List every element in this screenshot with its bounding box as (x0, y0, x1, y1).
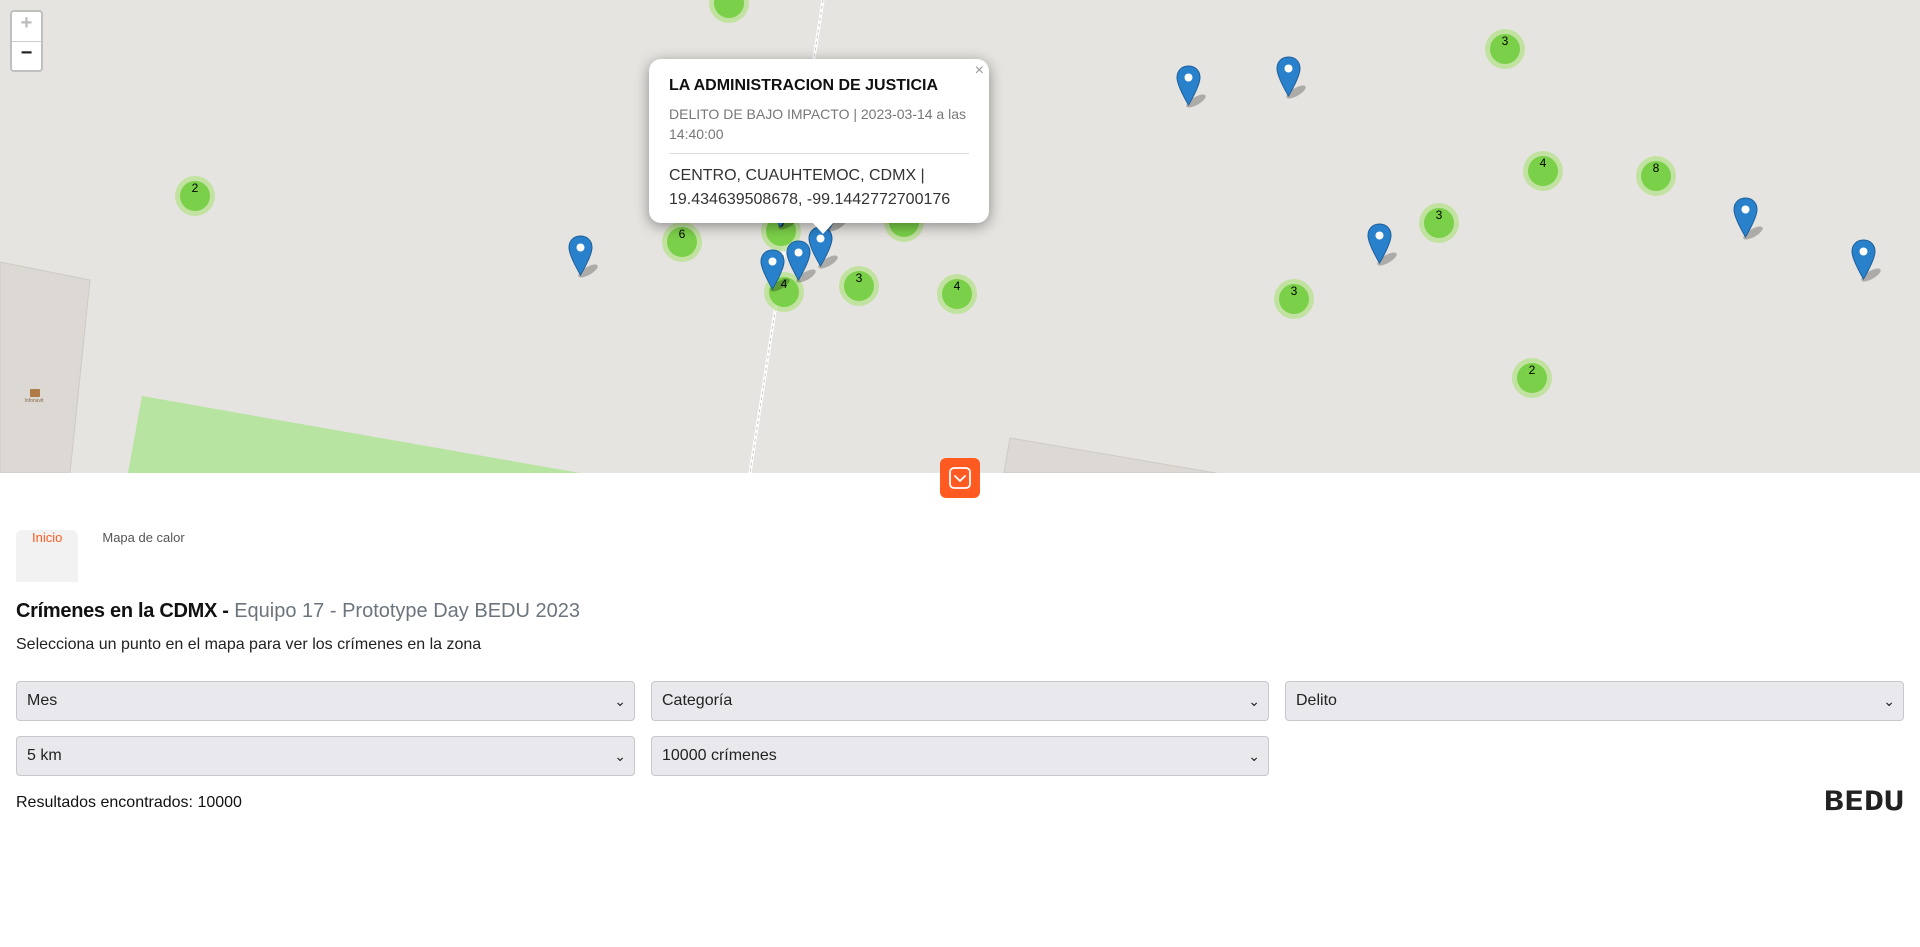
map-pin-icon[interactable] (568, 235, 598, 278)
park-shape (128, 396, 580, 473)
popup-location: CENTRO, CUAUHTEMOC, CDMX | 19.4346395086… (669, 167, 951, 208)
page-title-main: Crímenes en la CDMX - (16, 600, 229, 622)
tab-inicio[interactable]: Inicio (16, 530, 79, 582)
month-select-value: Mes (27, 692, 58, 709)
cluster-marker[interactable]: 4 (937, 274, 977, 314)
category-select-value: Categoría (662, 692, 733, 709)
radius-select-value: 5 km (27, 747, 62, 764)
map-pin-icon[interactable] (760, 249, 790, 292)
cluster-count: 2 (180, 181, 210, 211)
cluster-marker[interactable]: 8 (1636, 156, 1676, 196)
limit-select[interactable]: 10000 crímenes ⌄ (651, 736, 1269, 776)
cluster-marker[interactable]: 2 (175, 176, 215, 216)
month-select[interactable]: Mes ⌄ (16, 681, 635, 721)
cluster-count: 8 (1641, 161, 1671, 191)
cluster-count: 3 (714, 0, 744, 18)
building-shape (0, 261, 91, 473)
bedu-logo-mark: BEDU (1824, 788, 1904, 814)
results-count: Resultados encontrados: 10000 (16, 794, 242, 811)
popup-close-button[interactable]: × (975, 62, 984, 80)
zoom-control: + − (10, 10, 43, 72)
zoom-in-button[interactable]: + (12, 12, 41, 41)
tab-bar: Inicio Mapa de calor (16, 530, 201, 582)
map[interactable]: Infonavit + − 32694344334832 × LA ADMINI… (0, 0, 1920, 473)
limit-select-value: 10000 crímenes (662, 747, 777, 764)
cluster-marker[interactable]: 3 (1419, 203, 1459, 243)
map-pin-icon[interactable] (1851, 239, 1881, 282)
tab-mapa-de-calor[interactable]: Mapa de calor (86, 530, 200, 582)
chevron-down-icon: ⌄ (1248, 748, 1260, 764)
cluster-count: 2 (1517, 363, 1547, 393)
svg-text:BEDU: BEDU (1824, 788, 1904, 814)
bedu-logo: BEDU (1824, 788, 1904, 814)
cluster-count: 4 (942, 279, 972, 309)
popup-subtitle: DELITO DE BAJO IMPACTO | 2023-03-14 a la… (669, 104, 969, 154)
cluster-marker[interactable]: 2 (1512, 358, 1552, 398)
cluster-count: 3 (844, 271, 874, 301)
toggle-panel-button[interactable] (940, 458, 980, 498)
cluster-marker[interactable]: 3 (839, 266, 879, 306)
cluster-count: 3 (1424, 208, 1454, 238)
crime-select[interactable]: Delito ⌄ (1285, 681, 1904, 721)
zoom-out-button[interactable]: − (12, 41, 41, 70)
cluster-marker[interactable]: 3 (1274, 279, 1314, 319)
building-label: Infonavit (25, 398, 45, 404)
cluster-count: 4 (1528, 156, 1558, 186)
map-pin-icon[interactable] (1733, 197, 1763, 240)
page-title: Crímenes en la CDMX - Equipo 17 - Protot… (16, 600, 580, 623)
crime-select-value: Delito (1296, 692, 1337, 709)
popup-title: LA ADMINISTRACION DE JUSTICIA (669, 77, 939, 94)
map-pin-icon[interactable] (1276, 56, 1306, 99)
cluster-count: 3 (1490, 34, 1520, 64)
page-title-subtitle: Equipo 17 - Prototype Day BEDU 2023 (228, 600, 580, 622)
cluster-marker[interactable]: 6 (662, 222, 702, 262)
chevron-down-icon: ⌄ (614, 693, 626, 709)
crime-popup: × LA ADMINISTRACION DE JUSTICIA DELITO D… (649, 59, 989, 223)
category-select[interactable]: Categoría ⌄ (651, 681, 1269, 721)
building-shape (1003, 437, 1217, 473)
chevron-down-icon: ⌄ (1883, 693, 1895, 709)
popup-tip (812, 222, 834, 234)
chevron-down-icon: ⌄ (1248, 693, 1260, 709)
cluster-marker[interactable]: 3 (1485, 29, 1525, 69)
map-pin-icon[interactable] (1176, 65, 1206, 108)
page-description: Selecciona un punto en el mapa para ver … (16, 636, 482, 653)
cluster-marker[interactable]: 4 (1523, 151, 1563, 191)
radius-select[interactable]: 5 km ⌄ (16, 736, 635, 776)
cluster-count: 6 (667, 227, 697, 257)
map-pin-icon[interactable] (1367, 223, 1397, 266)
chevron-down-icon (949, 467, 971, 489)
cluster-count: 3 (1279, 284, 1309, 314)
chevron-down-icon: ⌄ (614, 748, 626, 764)
building-icon (30, 389, 40, 397)
